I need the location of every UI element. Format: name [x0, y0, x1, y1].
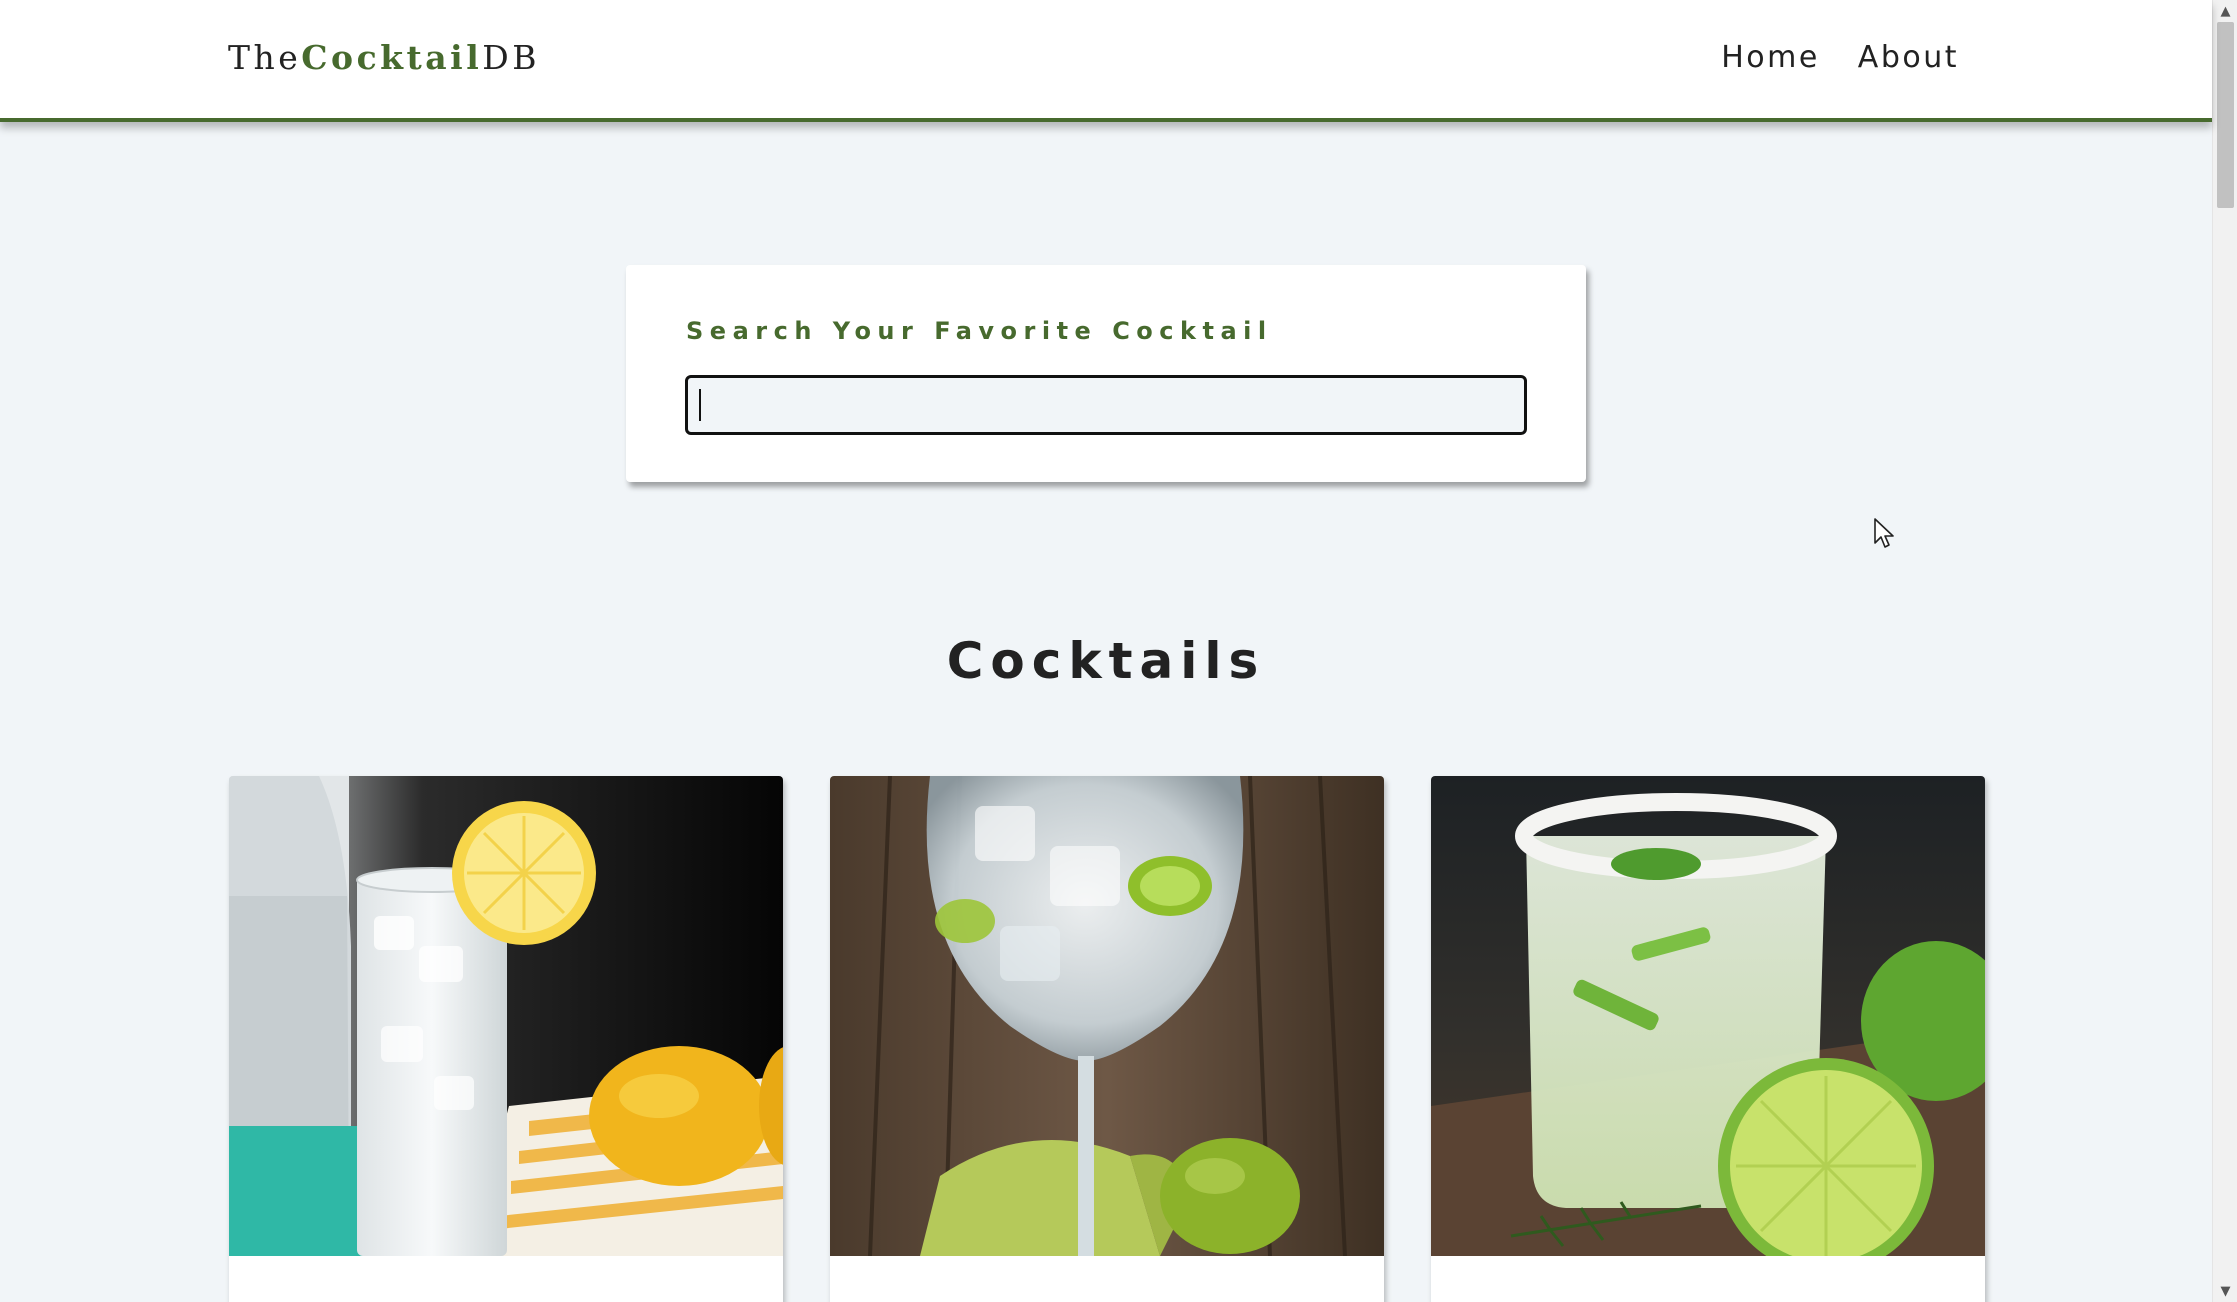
- mouse-pointer-icon: [1874, 518, 1894, 548]
- cocktail-card[interactable]: [229, 776, 783, 1302]
- cocktail-card[interactable]: [830, 776, 1384, 1302]
- logo-suffix: DB: [482, 38, 540, 77]
- search-label: Search Your Favorite Cocktail: [686, 317, 1273, 345]
- cocktail-image-margarita[interactable]: [1431, 776, 1985, 1256]
- cocktail-image-lemonade[interactable]: [229, 776, 783, 1256]
- scrollbar-thumb[interactable]: [2217, 22, 2234, 208]
- text-caret: [699, 389, 701, 421]
- search-input[interactable]: [685, 375, 1527, 435]
- page: TheCocktailDB Home About Search Your Fav…: [0, 0, 2237, 1302]
- nav-link-home[interactable]: Home: [1721, 40, 1820, 75]
- logo-accent: Cocktail: [301, 38, 483, 77]
- logo-prefix: The: [228, 38, 302, 77]
- search-form: Search Your Favorite Cocktail: [626, 265, 1586, 482]
- nav-links: Home About: [1721, 40, 1959, 75]
- navbar: TheCocktailDB Home About: [0, 0, 2212, 122]
- nav-link-about[interactable]: About: [1858, 40, 1959, 75]
- cocktails-section-title: Cocktails: [946, 632, 1266, 690]
- cocktail-image-gin-tonic[interactable]: [830, 776, 1384, 1256]
- site-logo[interactable]: TheCocktailDB: [228, 38, 540, 77]
- vertical-scrollbar[interactable]: ▲ ▼: [2212, 0, 2237, 1302]
- scroll-up-arrow-icon[interactable]: ▲: [2213, 0, 2237, 22]
- scroll-down-arrow-icon[interactable]: ▼: [2213, 1280, 2237, 1302]
- cocktail-card[interactable]: [1431, 776, 1985, 1302]
